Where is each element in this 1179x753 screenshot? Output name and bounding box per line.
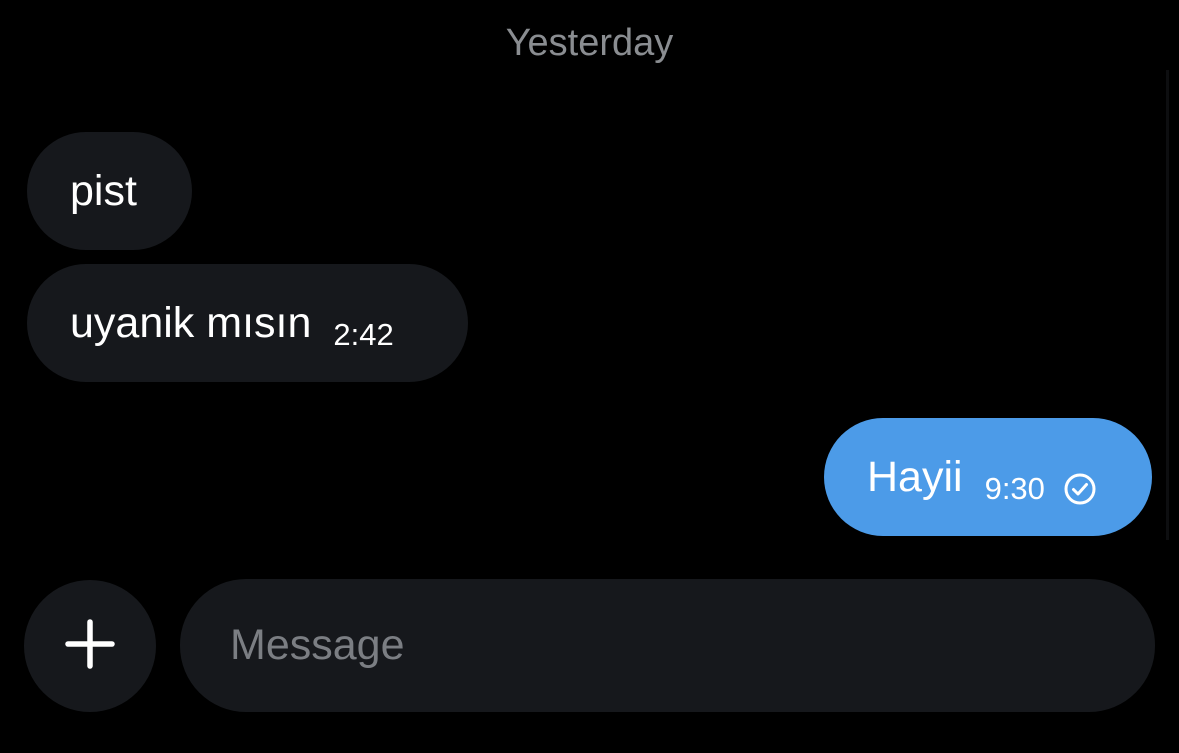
scrollbar-track[interactable] bbox=[1166, 70, 1169, 540]
date-separator: Yesterday bbox=[505, 22, 674, 64]
add-attachment-button[interactable] bbox=[24, 580, 156, 712]
message-bubble-incoming[interactable]: uyanik mısın 2:42 bbox=[27, 264, 468, 382]
message-timestamp: 9:30 bbox=[984, 471, 1045, 506]
message-input[interactable] bbox=[228, 620, 1155, 671]
message-timestamp: 2:42 bbox=[333, 317, 394, 352]
message-bubble-outgoing[interactable]: Hayii 9:30 bbox=[824, 418, 1152, 536]
plus-icon bbox=[64, 618, 116, 675]
message-text: pist bbox=[70, 166, 137, 215]
message-input-container[interactable] bbox=[180, 579, 1155, 712]
check-circle-icon bbox=[1063, 472, 1097, 506]
message-text: Hayii bbox=[867, 452, 963, 501]
message-bubble-incoming[interactable]: pist bbox=[27, 132, 192, 250]
message-text: uyanik mısın bbox=[70, 298, 312, 347]
